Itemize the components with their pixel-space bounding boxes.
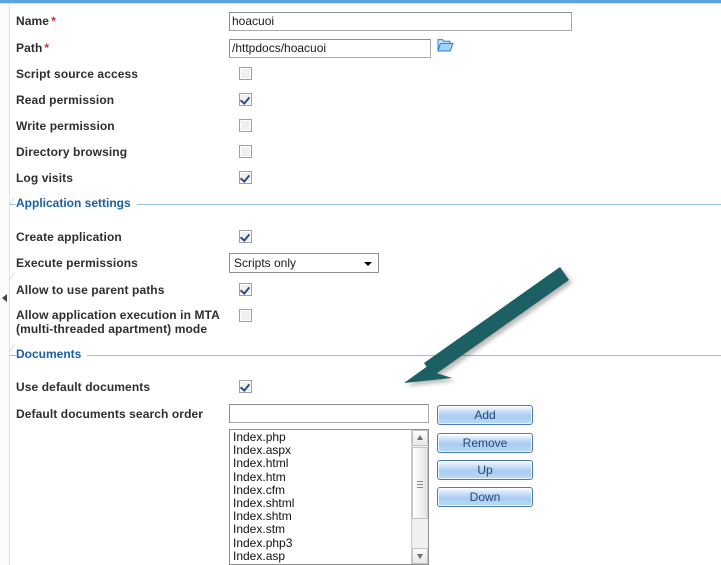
scrollbar-thumb[interactable] [412,447,428,519]
write-permission-checkbox[interactable] [239,119,252,132]
grip-line [417,487,423,488]
label-use-default-documents: Use default documents [16,380,151,394]
label-directory-browsing: Directory browsing [16,145,128,159]
label-search-order: Default documents search order [16,407,204,421]
label-write-permission: Write permission [16,119,115,133]
label-name: Name * [16,14,56,28]
iis-application-settings-form: Name * hoacuoi Path * /httpdocs/hoacuoi Sc… [10,4,721,565]
chevron-down-icon [364,262,372,266]
up-button[interactable]: Up [437,460,533,480]
section-title-application-settings: Application settings [16,196,137,210]
read-permission-checkbox[interactable] [239,93,252,106]
down-button[interactable]: Down [437,487,533,507]
directory-browsing-checkbox[interactable] [239,145,252,158]
search-order-input[interactable] [229,404,429,423]
splitter-collapse-arrow-icon[interactable] [2,294,7,302]
section-documents: Documents [10,347,721,363]
list-item[interactable]: Index.php3 [233,536,411,550]
label-allow-mta: Allow application execution in MTA (mult… [16,308,220,336]
section-divider-line [10,355,721,356]
label-allow-parent-paths: Allow to use parent paths [16,283,165,297]
label-allow-mta-line1: Allow application execution in MTA [16,308,220,322]
name-input[interactable]: hoacuoi [229,12,572,31]
default-documents-list[interactable]: Index.php Index.aspx Index.html Index.ht… [230,430,411,563]
log-visits-checkbox[interactable] [239,171,252,184]
list-item[interactable]: Index.asp [233,549,411,563]
label-read-permission: Read permission [16,93,115,107]
grip-line [417,481,423,482]
add-button[interactable]: Add [437,405,533,425]
list-item[interactable]: Index.htm [233,470,411,484]
label-path: Path * [16,41,50,55]
execute-permissions-select[interactable]: Scripts only [229,253,379,273]
path-input[interactable]: /httpdocs/hoacuoi [229,39,431,58]
allow-parent-paths-checkbox[interactable] [239,283,252,296]
create-application-checkbox[interactable] [239,230,252,243]
execute-permissions-value: Scripts only [234,256,297,270]
label-execute-permissions: Execute permissions [16,256,138,270]
section-title-documents: Documents [16,347,88,361]
folder-icon[interactable] [437,38,454,53]
use-default-documents-checkbox[interactable] [239,380,252,393]
scroll-down-button[interactable] [412,548,428,564]
label-allow-mta-line2: (multi-threaded apartment) mode [16,322,208,336]
triangle-down-icon [417,554,423,559]
listbox-scrollbar[interactable] [411,430,428,564]
script-source-access-checkbox[interactable] [239,67,252,80]
remove-button[interactable]: Remove [437,433,533,453]
scroll-up-button[interactable] [412,430,428,446]
section-application-settings: Application settings [10,196,721,212]
list-item[interactable]: Index.stm [233,523,411,536]
allow-mta-checkbox[interactable] [239,309,252,322]
label-log-visits: Log visits [16,171,74,185]
default-documents-listbox[interactable]: Index.php Index.aspx Index.html Index.ht… [229,429,429,565]
grip-line [417,484,423,485]
list-item[interactable]: Index.html [233,457,411,470]
triangle-up-icon [417,435,423,440]
panel-splitter[interactable] [0,4,10,565]
label-create-application: Create application [16,230,122,244]
label-script-source-access: Script source access [16,67,139,81]
